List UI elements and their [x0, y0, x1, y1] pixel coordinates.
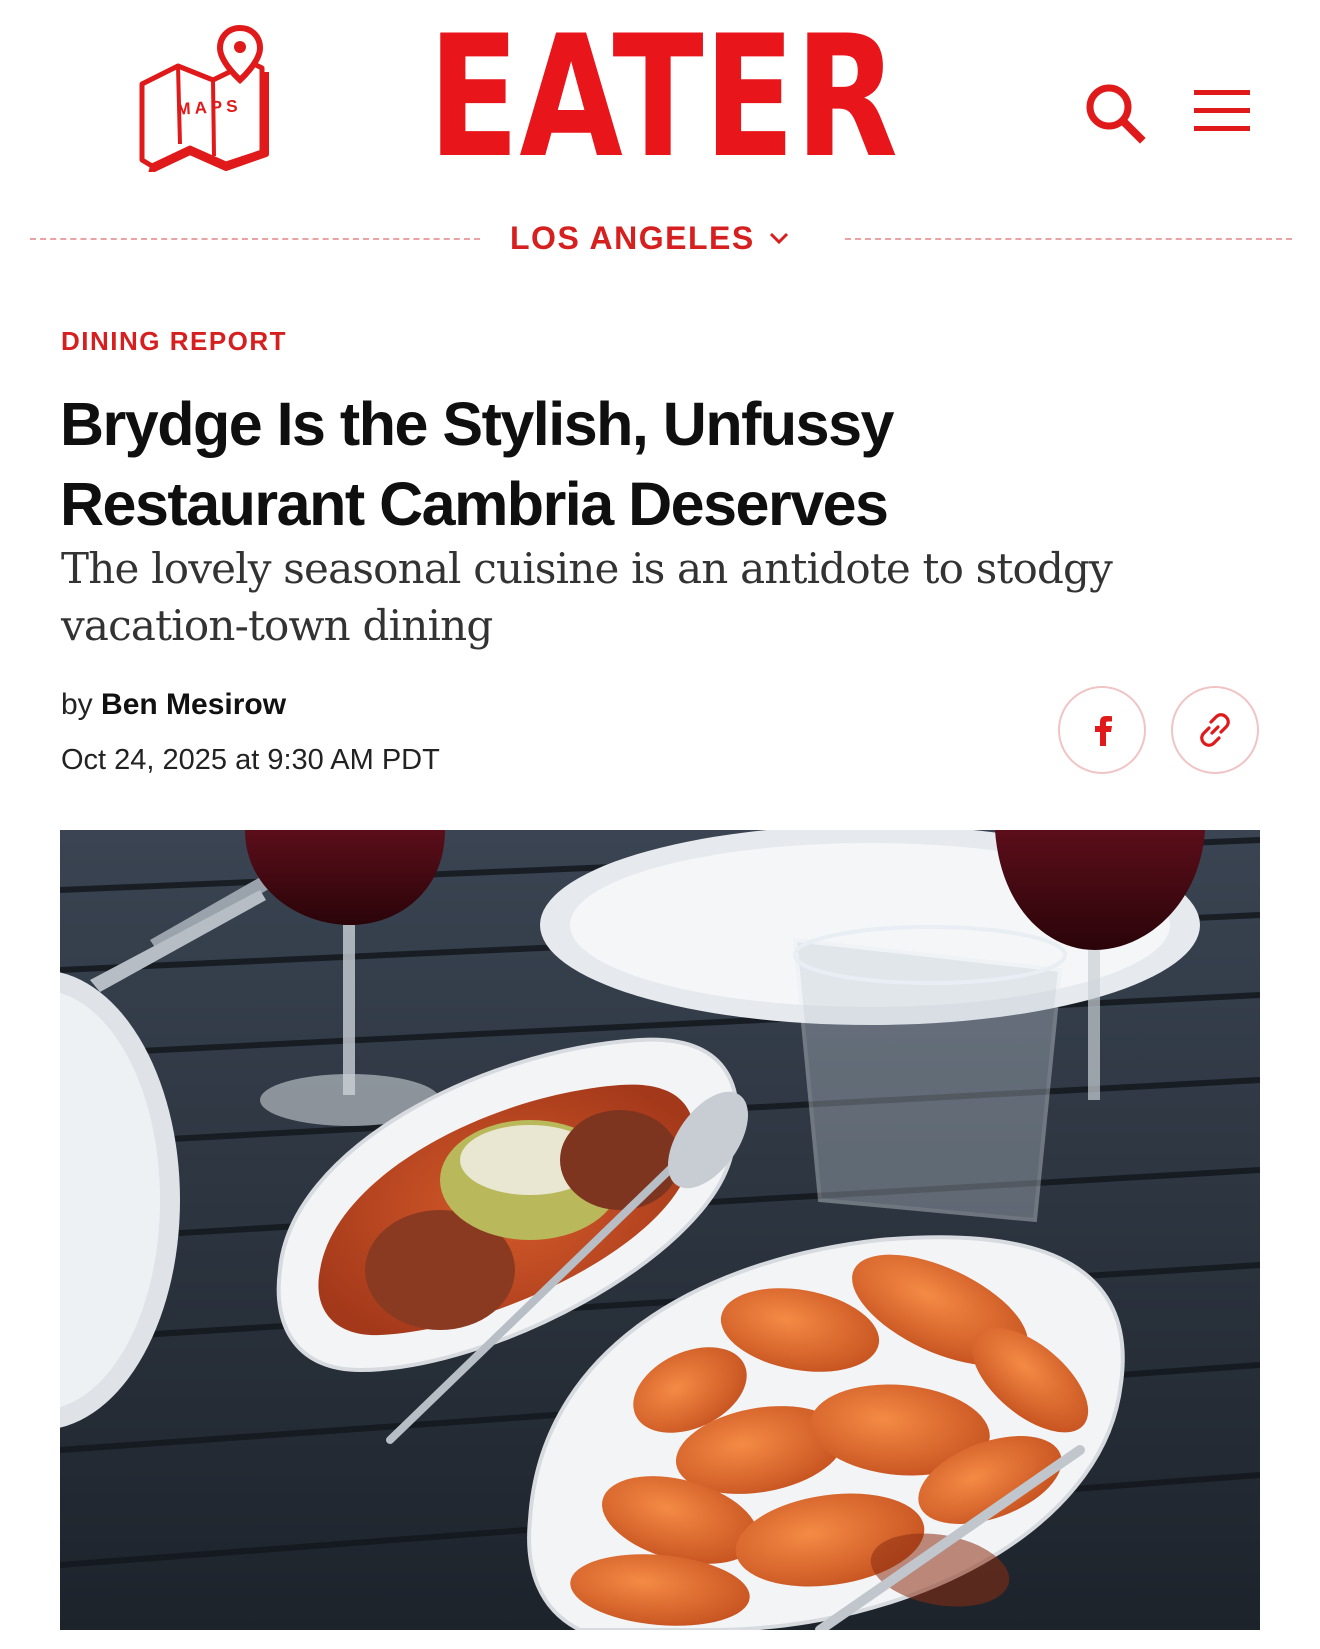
- site-header: MAPS EATER: [0, 0, 1320, 200]
- eater-logo[interactable]: EATER: [418, 18, 908, 178]
- search-icon: [1086, 84, 1146, 144]
- food-photo-illustration: [60, 830, 1260, 1630]
- region-bar: LOS ANGELES: [30, 218, 1292, 258]
- article-dek: The lovely seasonal cuisine is an antido…: [61, 540, 1241, 654]
- logo-wordmark: EATER: [428, 18, 898, 178]
- facebook-icon: [1095, 716, 1112, 746]
- headline-line-1: Brydge Is the Stylish, Unfussy: [60, 390, 894, 458]
- chevron-down-icon: [769, 232, 788, 245]
- publish-date: Oct 24, 2025 at 9:30 AM PDT: [61, 744, 440, 776]
- menu-button[interactable]: [1192, 88, 1252, 134]
- copy-link-button[interactable]: [1171, 686, 1259, 774]
- dek-line-2: vacation-town dining: [61, 601, 493, 650]
- hamburger-menu-icon: [1194, 90, 1250, 131]
- region-selector[interactable]: LOS ANGELES: [510, 220, 789, 256]
- byline-prefix: by: [61, 688, 93, 721]
- article-category[interactable]: DINING REPORT: [61, 326, 287, 357]
- search-button[interactable]: [1084, 82, 1146, 144]
- divider-left: [30, 238, 480, 240]
- divider-right: [845, 238, 1292, 240]
- headline-line-2: Restaurant Cambria Deserves: [60, 470, 889, 538]
- article-headline: Brydge Is the Stylish, Unfussy Restauran…: [60, 384, 1220, 544]
- maps-button[interactable]: MAPS: [138, 22, 288, 172]
- author-link[interactable]: Ben Mesirow: [101, 688, 286, 721]
- byline: by Ben Mesirow: [61, 688, 286, 722]
- link-icon: [1200, 713, 1230, 747]
- dek-line-1: The lovely seasonal cuisine is an antido…: [61, 544, 1113, 593]
- logo-text: EATER: [428, 18, 898, 178]
- share-facebook-button[interactable]: [1058, 686, 1146, 774]
- hero-photo: [60, 830, 1260, 1630]
- region-label: LOS ANGELES: [510, 219, 755, 256]
